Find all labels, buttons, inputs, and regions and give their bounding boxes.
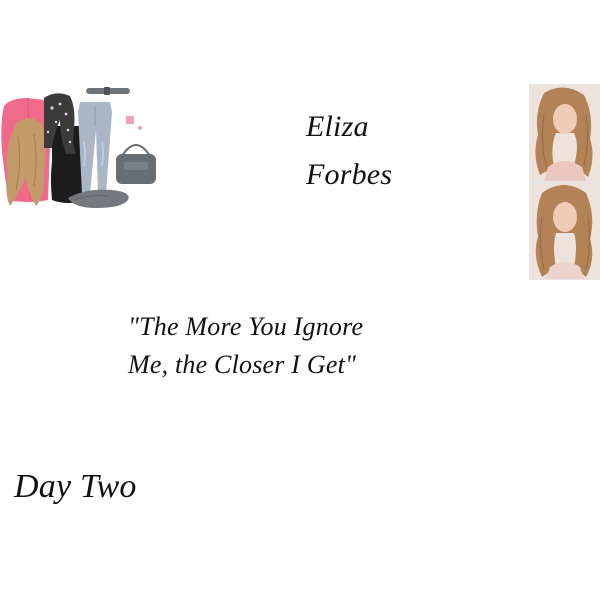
day-label: Day Two [14, 468, 137, 505]
handbag-icon [116, 144, 156, 184]
belt-icon [86, 87, 130, 95]
earrings-icon [126, 116, 142, 130]
portrait-photo-bottom-svg [530, 183, 600, 279]
portrait-photo-top-svg [530, 85, 600, 181]
name-first: Eliza [306, 110, 369, 143]
jeans-icon [78, 102, 112, 194]
name-last: Forbes [306, 158, 393, 191]
quote-line-1: "The More You Ignore [128, 312, 364, 341]
portrait-photo-top [529, 84, 600, 182]
portrait-photo-bottom [529, 182, 600, 280]
outfit-collage-svg [1, 87, 156, 208]
quote-line-2: Me, the Closer I Get" [128, 350, 357, 379]
outfit-collage [0, 82, 170, 222]
